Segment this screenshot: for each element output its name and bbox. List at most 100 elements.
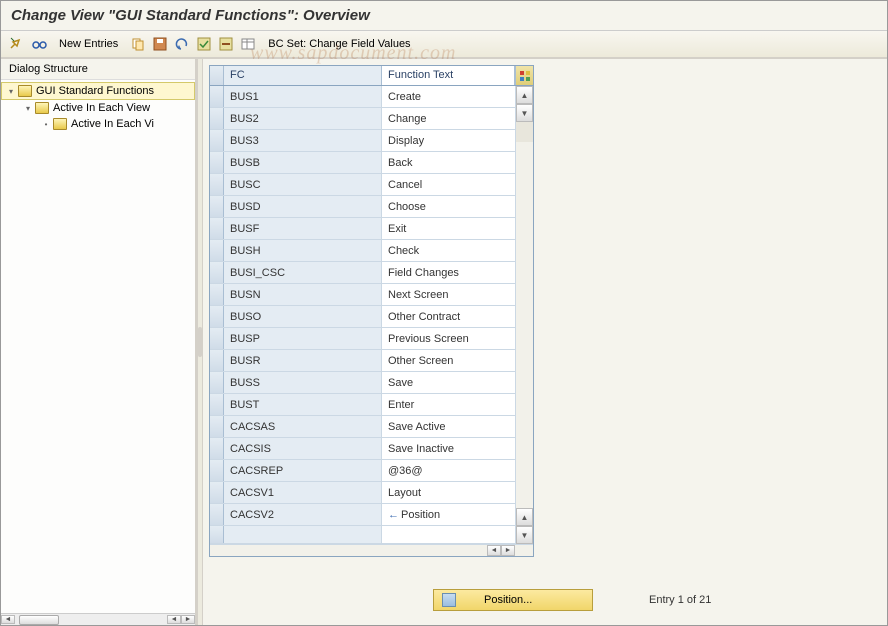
table-row[interactable]: BUSROther Screen: [210, 350, 533, 372]
cell-fc[interactable]: BUS1: [224, 86, 382, 107]
cell-function-text[interactable]: Other Contract: [382, 306, 533, 327]
cell-fc[interactable]: BUSR: [224, 350, 382, 371]
table-row[interactable]: CACSASSave Active: [210, 416, 533, 438]
cell-function-text[interactable]: @36@: [382, 460, 533, 481]
table-row[interactable]: BUSPPrevious Screen: [210, 328, 533, 350]
row-selector[interactable]: [210, 174, 224, 195]
tree-node[interactable]: ▾Active In Each View: [1, 100, 195, 116]
cell-function-text[interactable]: ←Position: [382, 504, 533, 525]
table-row[interactable]: BUSHCheck: [210, 240, 533, 262]
cell-fc[interactable]: BUSN: [224, 284, 382, 305]
row-selector[interactable]: [210, 152, 224, 173]
table-row[interactable]: BUSFExit: [210, 218, 533, 240]
table-row[interactable]: BUSSSave: [210, 372, 533, 394]
cell-function-text[interactable]: Save Inactive: [382, 438, 533, 459]
display-change-icon[interactable]: [9, 36, 25, 52]
tree-expander-icon[interactable]: •: [41, 120, 51, 129]
copy-icon[interactable]: [130, 36, 146, 52]
table-row[interactable]: BUSBBack: [210, 152, 533, 174]
row-selector[interactable]: [210, 394, 224, 415]
cell-fc[interactable]: BUSI_CSC: [224, 262, 382, 283]
cell-fc[interactable]: BUSH: [224, 240, 382, 261]
table-row[interactable]: BUSDChoose: [210, 196, 533, 218]
table-row[interactable]: BUSCCancel: [210, 174, 533, 196]
cell-fc[interactable]: BUSF: [224, 218, 382, 239]
row-selector[interactable]: [210, 130, 224, 151]
cell-function-text[interactable]: Save Active: [382, 416, 533, 437]
row-selector[interactable]: [210, 108, 224, 129]
col-header-ft[interactable]: Function Text: [382, 66, 515, 85]
cell-function-text[interactable]: Check: [382, 240, 533, 261]
table-row[interactable]: BUS3Display: [210, 130, 533, 152]
scroll-up-icon[interactable]: ▲: [516, 508, 533, 526]
tree-node[interactable]: ▾GUI Standard Functions: [1, 82, 195, 100]
cell-function-text[interactable]: Cancel: [382, 174, 533, 195]
scroll-right-icon[interactable]: ►: [501, 545, 515, 556]
row-selector[interactable]: [210, 372, 224, 393]
cell-fc[interactable]: BUSB: [224, 152, 382, 173]
cell-function-text[interactable]: Choose: [382, 196, 533, 217]
cell-fc[interactable]: CACSAS: [224, 416, 382, 437]
cell-fc[interactable]: BUSO: [224, 306, 382, 327]
cell-function-text[interactable]: Display: [382, 130, 533, 151]
table-row[interactable]: BUSI_CSCField Changes: [210, 262, 533, 284]
row-selector[interactable]: [210, 262, 224, 283]
row-selector[interactable]: [210, 240, 224, 261]
cell-function-text[interactable]: Back: [382, 152, 533, 173]
row-selector[interactable]: [210, 416, 224, 437]
table-row[interactable]: CACSV2←Position: [210, 504, 533, 526]
table-row[interactable]: BUS1Create: [210, 86, 533, 108]
deselect-all-icon[interactable]: [218, 36, 234, 52]
table-settings-icon[interactable]: [240, 36, 256, 52]
save-icon[interactable]: [152, 36, 168, 52]
scroll-left-icon[interactable]: ◄: [487, 545, 501, 556]
cell-function-text[interactable]: Save: [382, 372, 533, 393]
row-selector[interactable]: [210, 196, 224, 217]
tree-node[interactable]: •Active In Each Vi: [1, 116, 195, 132]
cell-fc[interactable]: CACSREP: [224, 460, 382, 481]
table-config-icon[interactable]: [515, 66, 533, 85]
table-row[interactable]: BUSNNext Screen: [210, 284, 533, 306]
cell-function-text[interactable]: Enter: [382, 394, 533, 415]
row-selector[interactable]: [210, 328, 224, 349]
col-header-fc[interactable]: FC: [224, 66, 382, 85]
cell-function-text[interactable]: Field Changes: [382, 262, 533, 283]
grid-hscroll[interactable]: ◄ ►: [210, 544, 533, 556]
row-selector[interactable]: [210, 504, 224, 525]
row-selector[interactable]: [210, 460, 224, 481]
undo-icon[interactable]: [174, 36, 190, 52]
scroll-down-icon[interactable]: ▼: [516, 104, 533, 122]
cell-fc[interactable]: BUSC: [224, 174, 382, 195]
cell-function-text[interactable]: Create: [382, 86, 533, 107]
row-selector[interactable]: [210, 86, 224, 107]
glasses-icon[interactable]: [31, 36, 47, 52]
cell-function-text[interactable]: Other Screen: [382, 350, 533, 371]
row-selector[interactable]: [210, 350, 224, 371]
cell-function-text[interactable]: Exit: [382, 218, 533, 239]
cell-fc[interactable]: BUST: [224, 394, 382, 415]
cell-fc[interactable]: BUS2: [224, 108, 382, 129]
row-selector[interactable]: [210, 306, 224, 327]
cell-fc[interactable]: BUS3: [224, 130, 382, 151]
row-selector[interactable]: [210, 218, 224, 239]
cell-function-text[interactable]: Change: [382, 108, 533, 129]
row-selector[interactable]: [210, 482, 224, 503]
row-selector[interactable]: [210, 284, 224, 305]
select-all-icon[interactable]: [196, 36, 212, 52]
cell-function-text[interactable]: Layout: [382, 482, 533, 503]
cell-fc[interactable]: CACSV1: [224, 482, 382, 503]
new-entries-button[interactable]: New Entries: [53, 38, 124, 50]
tree-expander-icon[interactable]: ▾: [23, 104, 33, 113]
cell-fc[interactable]: CACSIS: [224, 438, 382, 459]
table-row[interactable]: BUS2Change: [210, 108, 533, 130]
table-row[interactable]: CACSREP @36@: [210, 460, 533, 482]
table-row[interactable]: BUSOOther Contract: [210, 306, 533, 328]
scroll-down-icon[interactable]: ▼: [516, 526, 533, 544]
table-row[interactable]: BUSTEnter: [210, 394, 533, 416]
cell-fc[interactable]: CACSV2: [224, 504, 382, 525]
scroll-up-icon[interactable]: ▲: [516, 86, 533, 104]
cell-fc[interactable]: BUSS: [224, 372, 382, 393]
position-button[interactable]: Position...: [433, 589, 593, 611]
cell-function-text[interactable]: Previous Screen: [382, 328, 533, 349]
table-row[interactable]: CACSV1Layout: [210, 482, 533, 504]
